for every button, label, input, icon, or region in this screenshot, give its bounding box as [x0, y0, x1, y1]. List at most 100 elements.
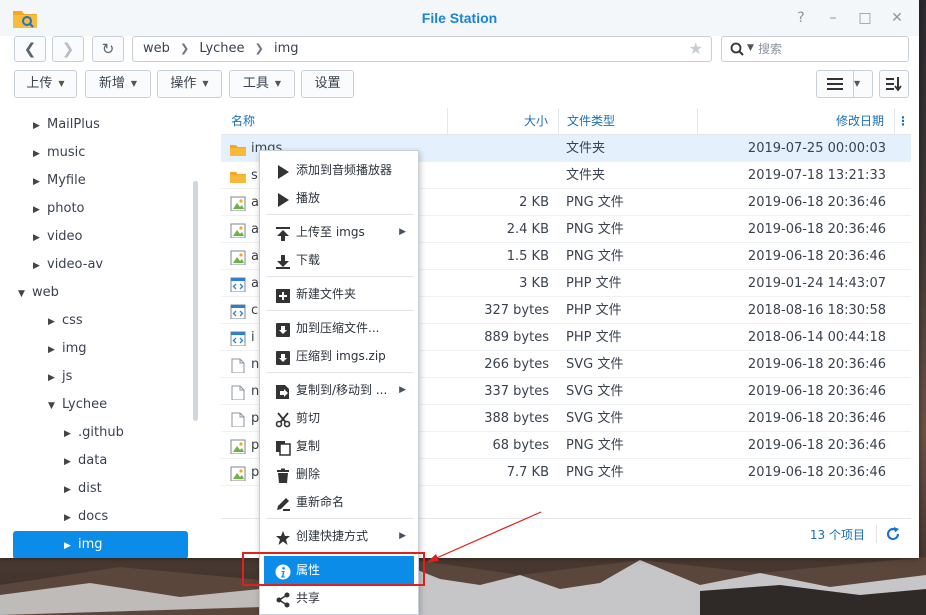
sidebar-item-img[interactable]: ▶ img	[48, 335, 87, 363]
refresh-button[interactable]: ↻	[92, 36, 124, 62]
chevron-down-icon: ▼	[854, 79, 861, 88]
sidebar-item-label: web	[32, 285, 59, 300]
chevron-right-icon[interactable]: ▶	[33, 224, 45, 252]
sidebar-item-docs[interactable]: ▶ docs	[64, 503, 108, 531]
path-segment-img[interactable]: img	[274, 41, 299, 56]
file-type: 文件夹	[566, 141, 606, 156]
file-list-header: 名称 大小 文件类型 修改日期 ⋮	[221, 108, 911, 135]
back-button[interactable]: ❮	[14, 36, 46, 62]
column-header-name[interactable]: 名称	[221, 108, 448, 135]
maximize-button[interactable]: □	[856, 9, 874, 27]
sort-button[interactable]	[879, 70, 909, 98]
image-file-icon	[230, 195, 246, 211]
chevron-right-icon[interactable]: ▶	[64, 504, 76, 532]
file-modified: 2019-01-24 14:43:07	[747, 276, 886, 291]
menu-item-8[interactable]: 复制到/移动到 ... ▶	[264, 376, 414, 404]
sidebar-item-data[interactable]: ▶ data	[64, 447, 107, 475]
refresh-icon[interactable]	[885, 526, 901, 542]
archive-icon	[275, 320, 291, 337]
chevron-right-icon[interactable]: ▶	[33, 168, 45, 196]
sidebar-item-js[interactable]: ▶ js	[48, 363, 72, 391]
chevron-down-icon[interactable]: ▼	[18, 280, 30, 308]
chevron-right-icon[interactable]: ▶	[48, 308, 60, 336]
sidebar-item-dist[interactable]: ▶ dist	[64, 475, 102, 503]
chevron-right-icon[interactable]: ▶	[33, 252, 45, 280]
menu-item-9[interactable]: 剪切	[264, 404, 414, 432]
search-box[interactable]: ▼	[721, 36, 909, 62]
path-segment-web[interactable]: web	[143, 41, 170, 56]
sidebar-scrollbar[interactable]	[193, 181, 198, 421]
menu-item-13[interactable]: 创建快捷方式 ▶	[264, 522, 414, 550]
minimize-button[interactable]: –	[824, 9, 842, 27]
document-file-icon	[230, 384, 246, 400]
sidebar-item-web[interactable]: ▼ web	[18, 279, 59, 307]
chevron-right-icon[interactable]: ▶	[64, 476, 76, 504]
sidebar-item-video[interactable]: ▶ video	[33, 223, 83, 251]
sidebar-item-mailplus[interactable]: ▶ MailPlus	[33, 111, 100, 139]
column-options-icon[interactable]: ⋮	[895, 108, 911, 135]
navigation-bar: ❮ ❯ ↻ web ❯ Lychee ❯ img ★ ▼	[0, 36, 919, 66]
sidebar-item-lychee[interactable]: ▼ Lychee	[48, 391, 107, 419]
action-button[interactable]: 操作 ▼	[157, 70, 222, 98]
chevron-right-icon[interactable]: ▶	[48, 364, 60, 392]
titlebar: File Station ? – □ ✕	[0, 0, 919, 36]
sidebar-item-github[interactable]: ▶ .github	[64, 419, 124, 447]
menu-item-12[interactable]: 重新命名	[264, 488, 414, 516]
chevron-right-icon[interactable]: ▶	[33, 112, 45, 140]
sidebar-item-label: img	[62, 341, 87, 356]
forward-button[interactable]: ❯	[52, 36, 84, 62]
menu-item-2[interactable]: 播放	[264, 184, 414, 212]
column-header-modified[interactable]: 修改日期	[698, 108, 895, 135]
sidebar-item-css[interactable]: ▶ css	[48, 307, 83, 335]
menu-item-1[interactable]: 添加到音频播放器	[264, 156, 414, 184]
file-modified: 2019-06-18 20:36:46	[747, 222, 886, 237]
settings-button[interactable]: 设置	[301, 70, 354, 98]
file-type: PNG 文件	[566, 195, 624, 210]
column-header-type[interactable]: 文件类型	[559, 108, 698, 135]
sidebar-item-videoav[interactable]: ▶ video-av	[33, 251, 103, 279]
menu-item-10[interactable]: 复制	[264, 432, 414, 460]
upload-button-label: 上传	[26, 76, 53, 91]
chevron-right-icon[interactable]: ▶	[48, 336, 60, 364]
sidebar-item-music[interactable]: ▶ music	[33, 139, 85, 167]
menu-item-7[interactable]: 压缩到 imgs.zip	[264, 342, 414, 370]
tools-button[interactable]: 工具 ▼	[229, 70, 295, 98]
close-button[interactable]: ✕	[888, 9, 906, 27]
favorite-star-icon[interactable]: ★	[689, 37, 703, 61]
chevron-right-icon[interactable]: ▶	[64, 448, 76, 476]
sidebar-item-myfile[interactable]: ▶ Myfile	[33, 167, 86, 195]
file-type: SVG 文件	[566, 357, 624, 372]
help-button[interactable]: ?	[792, 9, 810, 27]
chevron-right-icon[interactable]: ▶	[33, 196, 45, 224]
annotation-arrow-icon	[426, 511, 542, 563]
menu-item-11[interactable]: 删除	[264, 460, 414, 488]
file-size: 266 bytes	[484, 357, 549, 372]
sidebar-item-photo[interactable]: ▶ photo	[33, 195, 85, 223]
chevron-right-icon[interactable]: ▶	[64, 532, 76, 558]
search-input[interactable]	[758, 40, 898, 58]
column-header-size[interactable]: 大小	[448, 108, 559, 135]
upload-button[interactable]: 上传 ▼	[14, 70, 77, 98]
file-type: PHP 文件	[566, 276, 622, 291]
menu-item-label: 上传至 imgs	[296, 225, 365, 239]
chevron-right-icon[interactable]: ▶	[64, 420, 76, 448]
file-type: PNG 文件	[566, 438, 624, 453]
path-segment-lychee[interactable]: Lychee	[199, 41, 244, 56]
menu-item-label: 播放	[296, 191, 321, 205]
menu-item-3[interactable]: 上传至 imgs ▶	[264, 218, 414, 246]
create-button[interactable]: 新增 ▼	[85, 70, 151, 98]
menu-item-15[interactable]: 共享	[264, 584, 414, 612]
search-options-chevron-down-icon[interactable]: ▼	[747, 43, 754, 53]
view-mode-button[interactable]: ▼	[816, 70, 873, 98]
path-bar[interactable]: web ❯ Lychee ❯ img ★	[132, 36, 712, 62]
menu-item-label: 重新命名	[296, 495, 345, 509]
search-icon[interactable]	[730, 42, 744, 56]
sidebar-item-img[interactable]: ▶ img	[13, 531, 188, 558]
chevron-down-icon[interactable]: ▼	[48, 392, 60, 420]
menu-item-4[interactable]: 下载	[264, 246, 414, 274]
menu-item-5[interactable]: 新建文件夹	[264, 280, 414, 308]
menu-item-6[interactable]: 加到压缩文件...	[264, 314, 414, 342]
context-menu: 添加到音频播放器播放上传至 imgs ▶ 下载新建文件夹加到压缩文件... 压缩到 i…	[259, 150, 419, 615]
window-title: File Station	[421, 10, 498, 26]
chevron-right-icon[interactable]: ▶	[33, 140, 45, 168]
